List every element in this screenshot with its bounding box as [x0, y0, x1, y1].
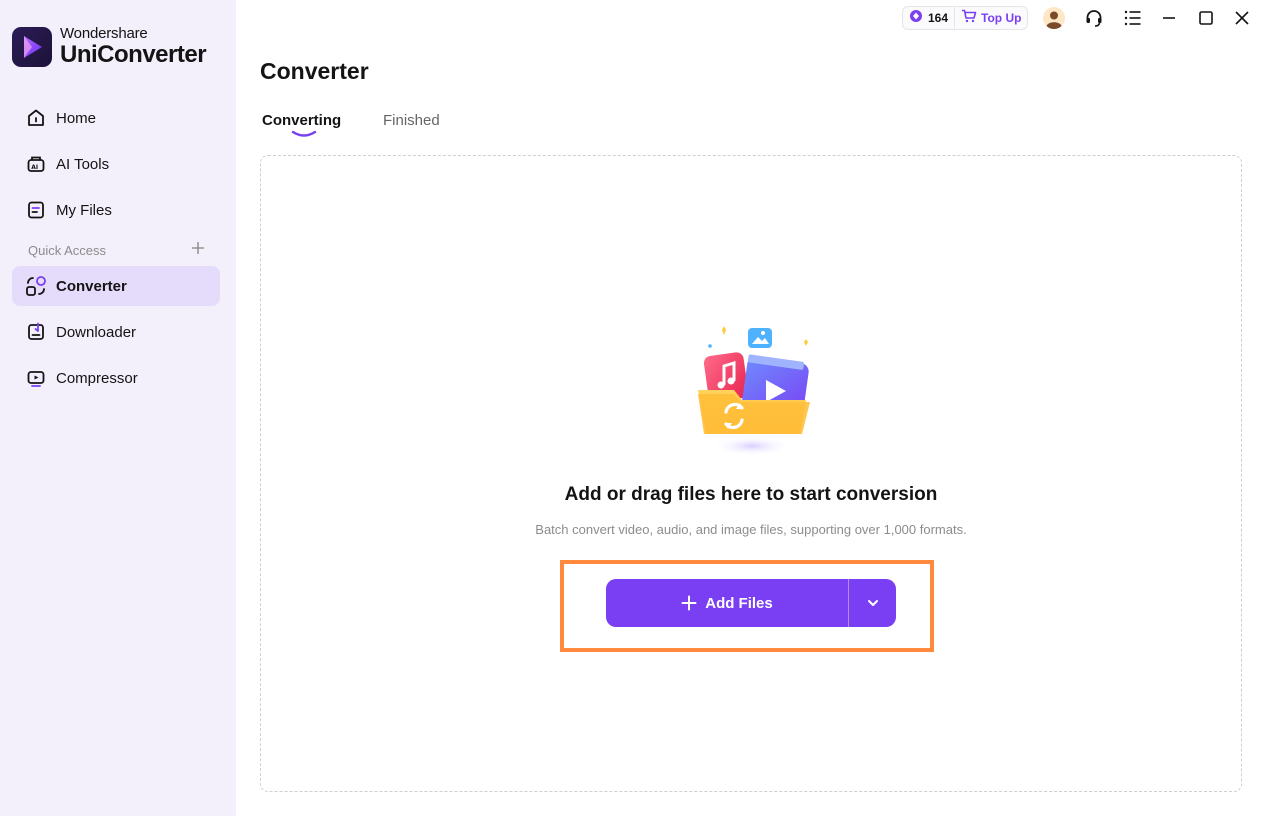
tab-converting[interactable]: Converting [262, 112, 341, 129]
page-title: Converter [260, 58, 369, 84]
minimize-icon[interactable] [1157, 6, 1181, 30]
maximize-icon[interactable] [1194, 6, 1218, 30]
add-files-label: Add Files [705, 594, 773, 612]
sidebar: Wondershare UniConverter Home AI AI Tool… [0, 0, 236, 816]
sidebar-item-label: My Files [56, 201, 112, 219]
sidebar-item-label: Converter [56, 277, 127, 295]
active-tab-indicator [291, 130, 317, 137]
sidebar-item-downloader[interactable]: Downloader [12, 312, 220, 352]
sidebar-item-ai-tools[interactable]: AI AI Tools [12, 144, 220, 184]
ai-tools-icon: AI [24, 152, 48, 176]
headset-icon[interactable] [1082, 6, 1106, 30]
uniconverter-logo-icon [12, 26, 52, 67]
sidebar-item-compressor[interactable]: Compressor [12, 358, 220, 398]
tab-finished[interactable]: Finished [383, 112, 440, 129]
sidebar-item-label: Compressor [56, 369, 138, 387]
drop-zone-subtitle: Batch convert video, audio, and image fi… [535, 522, 967, 537]
downloader-icon [24, 320, 48, 344]
sidebar-item-home[interactable]: Home [12, 98, 220, 138]
file-drop-zone[interactable] [260, 155, 1242, 792]
drop-zone-title: Add or drag files here to start conversi… [564, 484, 938, 505]
file-folder-illustration-icon [698, 326, 810, 456]
quick-access-label: Quick Access [28, 243, 107, 258]
sidebar-item-label: Downloader [56, 323, 137, 341]
sidebar-item-label: Home [56, 109, 97, 127]
brand-product: UniConverter [60, 41, 207, 68]
app-window: Wondershare UniConverter Home AI AI Tool… [0, 0, 1265, 816]
my-files-icon [24, 198, 48, 222]
home-icon [24, 106, 48, 130]
cart-icon [961, 9, 977, 28]
menu-icon[interactable] [1121, 6, 1145, 30]
add-files-dropdown-button[interactable] [848, 579, 896, 627]
sidebar-item-converter[interactable]: Converter [12, 266, 220, 306]
add-quick-access-icon[interactable] [190, 240, 206, 256]
top-up-button[interactable]: Top Up [955, 7, 1027, 29]
credits-icon [909, 9, 923, 28]
credits-balance[interactable]: 164 [903, 7, 954, 29]
credits-count: 164 [928, 11, 949, 25]
credits-widget[interactable]: 164 Top Up [902, 6, 1029, 30]
sidebar-item-label: AI Tools [56, 155, 110, 173]
svg-text:AI: AI [31, 164, 38, 171]
sidebar-item-my-files[interactable]: My Files [12, 190, 220, 230]
compressor-icon [24, 366, 48, 390]
plus-icon [681, 595, 697, 611]
top-up-label: Top Up [981, 11, 1022, 25]
avatar[interactable] [1042, 6, 1066, 30]
brand: Wondershare UniConverter [12, 25, 207, 68]
add-files-button[interactable]: Add Files [606, 579, 848, 627]
brand-company: Wondershare [60, 25, 148, 42]
chevron-down-icon [867, 600, 878, 606]
converter-icon [24, 274, 48, 298]
close-icon[interactable] [1230, 6, 1254, 30]
